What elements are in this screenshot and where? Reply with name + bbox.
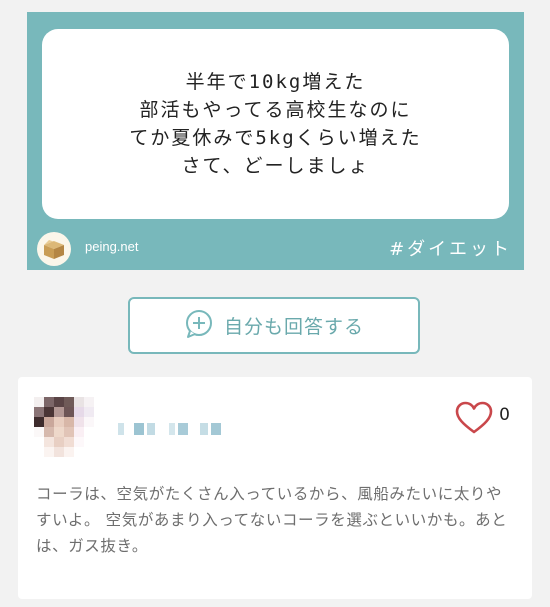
question-line: 部活もやってる高校生なのに [139, 99, 412, 121]
question-line: てか夏休みで5kgくらい増えた [129, 127, 422, 149]
like-area: 0 [455, 401, 510, 439]
hashtag[interactable]: #ダイエット [389, 235, 512, 261]
question-text-box: 半年で10kg増えた 部活もやってる高校生なのに てか夏休みで5kgくらい増えた… [42, 29, 509, 219]
question-card-footer: peing.net #ダイエット [37, 230, 512, 266]
heart-outline-icon[interactable] [455, 401, 493, 439]
question-line: さて、どーしましょ [181, 155, 370, 177]
answer-button[interactable]: 自分も回答する [128, 297, 420, 354]
like-count: 0 [499, 405, 510, 425]
question-card: 半年で10kg増えた 部活もやってる高校生なのに てか夏休みで5kgくらい増えた… [27, 12, 524, 270]
answer-text: コーラは、空気がたくさん入っているから、風船みたいに太りやすいよ。 空気があまり… [36, 485, 508, 555]
plus-speech-bubble-icon [184, 309, 214, 343]
question-line: 半年で10kg増えた [185, 71, 366, 93]
site-name[interactable]: peing.net [85, 239, 139, 254]
avatar[interactable] [34, 397, 94, 457]
answer-button-label: 自分も回答する [223, 316, 364, 338]
answer-card: 0 コーラは、空気がたくさん入っているから、風船みたいに太りやすいよ。 空気があ… [18, 377, 532, 599]
username-redacted[interactable] [118, 423, 221, 435]
cardboard-box-icon [37, 232, 71, 266]
